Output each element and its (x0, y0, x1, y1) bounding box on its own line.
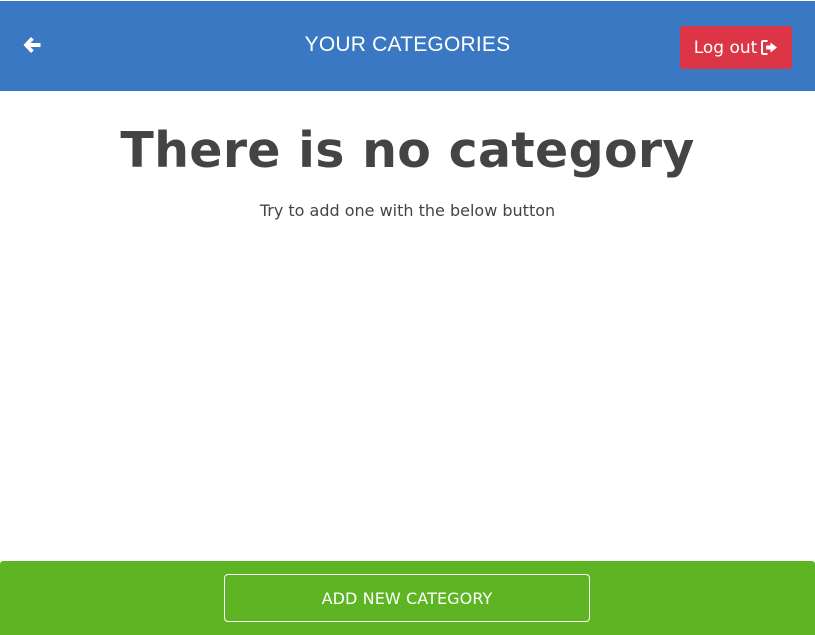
bottom-bar: ADD NEW CATEGORY (0, 561, 815, 635)
logout-button[interactable]: Log out (680, 26, 792, 69)
arrow-left-icon (22, 35, 42, 59)
empty-state-title: There is no category (120, 122, 695, 179)
sign-out-icon (761, 40, 778, 56)
categories-screen: YOUR CATEGORIES Log out There is no cate… (0, 0, 815, 635)
empty-state-subtitle: Try to add one with the below button (259, 201, 556, 220)
top-bar: YOUR CATEGORIES Log out (0, 1, 815, 91)
add-new-category-button[interactable]: ADD NEW CATEGORY (224, 574, 590, 622)
back-button[interactable] (14, 29, 50, 65)
logout-label: Log out (693, 37, 758, 58)
